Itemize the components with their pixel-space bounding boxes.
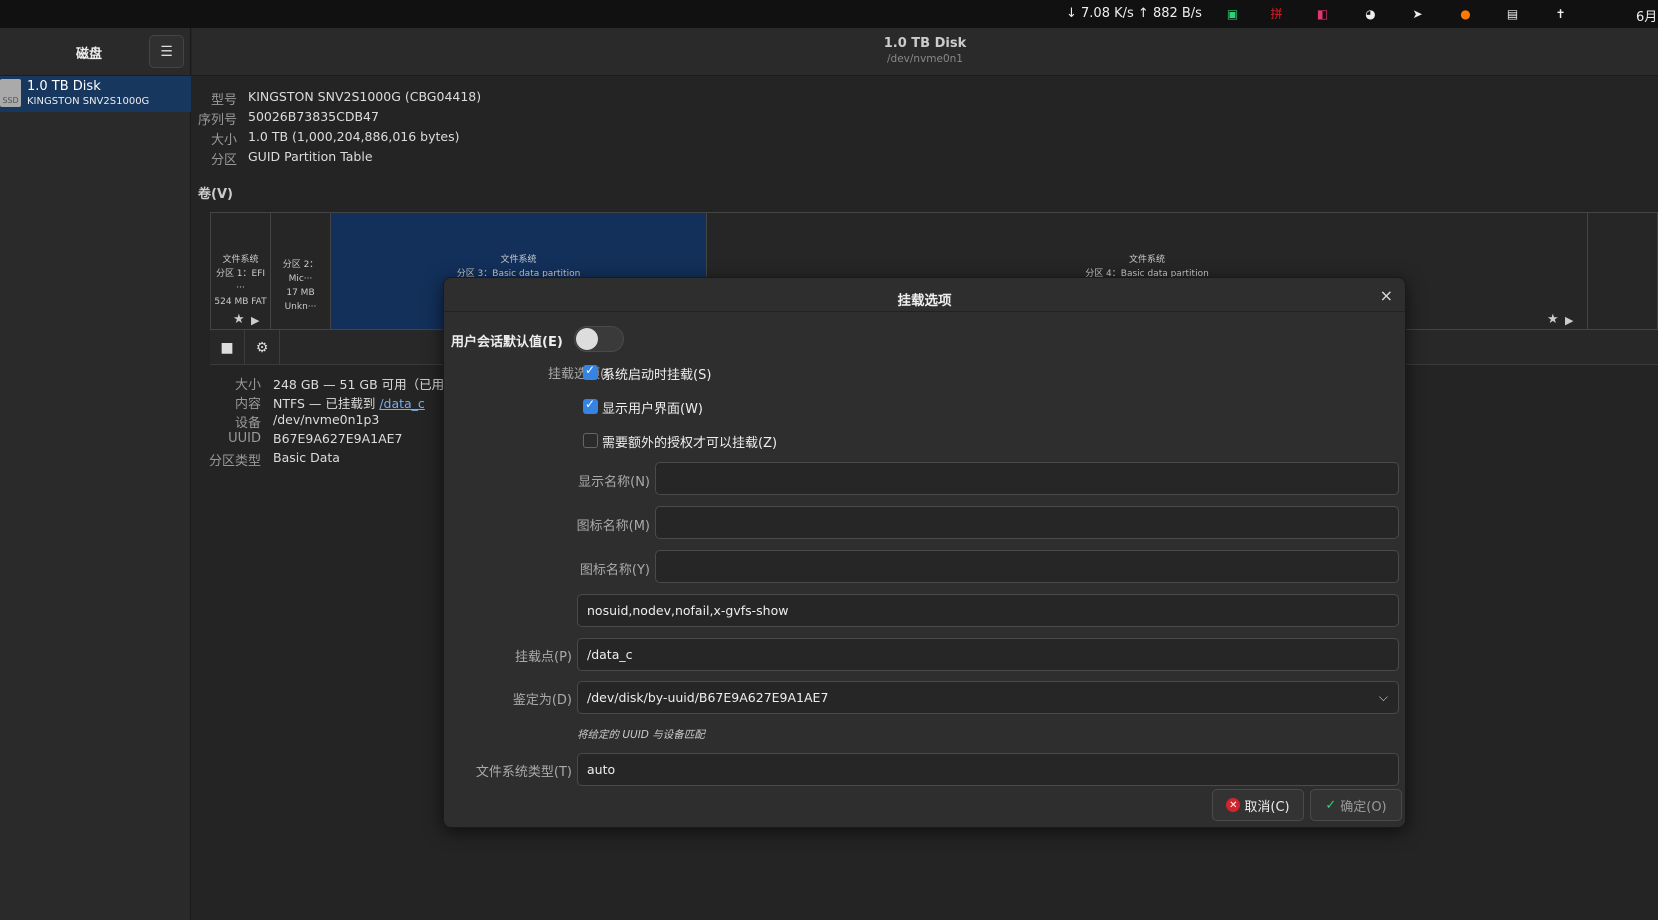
show-in-ui-checkbox[interactable]	[583, 397, 598, 414]
identify-as-dropdown[interactable]: /dev/disk/by-uuid/B67E9A627E9A1AE7 ⌵	[577, 681, 1399, 714]
play-icon: ▶	[251, 314, 260, 327]
telegram-icon[interactable]: ➤	[1409, 5, 1426, 22]
fs-type-field[interactable]: auto	[577, 753, 1399, 786]
partitioning-label: 分区	[210, 153, 237, 168]
volume-device-value: /dev/nvme0n1p3	[273, 412, 380, 427]
input-method-icon[interactable]: 拼	[1268, 5, 1285, 22]
hamburger-menu-icon: ☰	[160, 43, 173, 60]
stop-icon: ■	[220, 339, 234, 356]
ok-button[interactable]: ✓ 确定(O)	[1310, 789, 1402, 821]
gear-icon: ⚙	[255, 339, 269, 356]
icon-name-label: 图标名称(M)	[576, 519, 650, 534]
partitioning-value: GUID Partition Table	[248, 149, 373, 164]
star-icon: ★	[1547, 312, 1559, 327]
main-header: 1.0 TB Disk /dev/nvme0n1	[192, 28, 1658, 76]
serial-label: 序列号	[197, 113, 237, 128]
fs-type-label: 文件系统类型(T)	[475, 765, 572, 780]
mount-point-link[interactable]: /data_c	[379, 396, 425, 411]
symbolic-icon-label: 图标名称(Y)	[579, 563, 650, 578]
size-value: 1.0 TB (1,000,204,886,016 bytes)	[248, 129, 460, 144]
close-icon[interactable]: ×	[1380, 286, 1393, 305]
display-name-field[interactable]	[655, 462, 1399, 495]
dialog-title: 挂载选项	[897, 293, 952, 309]
size-label: 大小	[210, 133, 237, 148]
partition-5[interactable]	[1588, 213, 1658, 329]
mount-at-startup-checkbox[interactable]	[583, 363, 598, 380]
mount-at-startup-label[interactable]: 系统启动时挂载(S)	[602, 364, 711, 383]
display-name-label: 显示名称(N)	[578, 475, 650, 490]
partition-2[interactable]: 分区 2：Mic··· 17 MB Unkn···	[271, 213, 331, 329]
dialog-divider	[444, 311, 1405, 312]
serial-value: 50026B73835CDB47	[248, 109, 379, 124]
volume-contents-value: NTFS — 已挂载到 /data_c	[273, 396, 425, 411]
volume-device-label: 设备	[234, 416, 261, 431]
sidebar-title: 磁盘	[76, 47, 103, 62]
show-in-ui-label[interactable]: 显示用户界面(W)	[602, 398, 703, 417]
icon-name-field[interactable]	[655, 506, 1399, 539]
volume-size-label: 大小	[234, 378, 261, 393]
volume-type-value: Basic Data	[273, 450, 340, 465]
play-icon: ▶	[1565, 314, 1574, 327]
symbolic-icon-field[interactable]	[655, 550, 1399, 583]
volume-size-value: 248 GB — 51 GB 可用（已用	[273, 377, 445, 392]
star-icon: ★	[233, 312, 245, 327]
cancel-button[interactable]: ✕ 取消(C)	[1212, 789, 1304, 821]
accessibility-icon[interactable]: ✝	[1552, 5, 1569, 22]
unmount-button[interactable]: ■	[210, 330, 245, 365]
disk-name: 1.0 TB Disk	[27, 79, 101, 94]
require-auth-label[interactable]: 需要额外的授权才可以挂载(Z)	[602, 432, 777, 451]
mount-options-dialog: 挂载选项 × 用户会话默认值(E) 挂载选项(I) 系统启动时挂载(S) 显示用…	[443, 277, 1406, 828]
session-defaults-label: 用户会话默认值(E)	[451, 335, 563, 350]
volume-uuid-label: UUID	[228, 431, 261, 446]
identify-as-label: 鉴定为(D)	[512, 693, 572, 708]
page-subtitle: /dev/nvme0n1	[887, 53, 963, 65]
app-tray-icon[interactable]: ◧	[1314, 5, 1331, 22]
mount-point-field[interactable]: /data_c	[577, 638, 1399, 671]
volume-uuid-value: B67E9A627E9A1AE7	[273, 431, 403, 446]
sidebar-item-disk[interactable]: SSD 1.0 TB Disk KINGSTON SNV2S1000G	[0, 76, 191, 112]
checkmark-icon: ✓	[1325, 797, 1337, 813]
model-label: 型号	[210, 93, 237, 108]
switch-knob	[576, 328, 598, 350]
sidebar: 磁盘 ☰ SSD 1.0 TB Disk KINGSTON SNV2S1000G	[0, 28, 191, 920]
identify-hint: 将给定的 UUID 与设备匹配	[577, 729, 705, 741]
mount-options-field[interactable]: nosuid,nodev,nofail,x-gvfs-show	[577, 594, 1399, 627]
wechat-icon[interactable]: ◕	[1362, 5, 1379, 22]
clock[interactable]: 6月	[1636, 6, 1657, 25]
system-monitor-icon[interactable]: ▣	[1224, 5, 1241, 22]
volume-contents-label: 内容	[234, 397, 261, 412]
top-panel: ↓ 7.08 K/s ↑ 882 B/s ▣ 拼 ◧ ◕ ➤ ● ▤ ✝ 6月	[0, 0, 1658, 28]
cancel-icon: ✕	[1226, 798, 1241, 812]
volume-type-label: 分区类型	[208, 454, 261, 469]
sidebar-header: 磁盘 ☰	[0, 28, 190, 76]
chevron-down-icon: ⌵	[1378, 690, 1388, 704]
session-defaults-switch[interactable]	[574, 326, 624, 352]
model-value: KINGSTON SNV2S1000G (CBG04418)	[248, 89, 482, 104]
clipboard-icon[interactable]: ▤	[1504, 5, 1521, 22]
network-speed-indicator[interactable]: ↓ 7.08 K/s ↑ 882 B/s	[1066, 6, 1202, 21]
drive-icon: SSD	[0, 79, 21, 107]
cat-icon[interactable]: ●	[1457, 5, 1474, 22]
require-auth-checkbox[interactable]	[583, 433, 598, 448]
mount-point-label: 挂载点(P)	[515, 650, 572, 665]
volumes-heading: 卷(V)	[198, 187, 233, 202]
partition-1[interactable]: 文件系统 分区 1：EFI ··· 524 MB FAT ★ ▶	[211, 213, 271, 329]
menu-button[interactable]: ☰	[149, 35, 184, 68]
disk-model: KINGSTON SNV2S1000G	[27, 96, 150, 107]
page-title: 1.0 TB Disk	[883, 36, 967, 51]
partition-settings-button[interactable]: ⚙	[245, 330, 280, 365]
